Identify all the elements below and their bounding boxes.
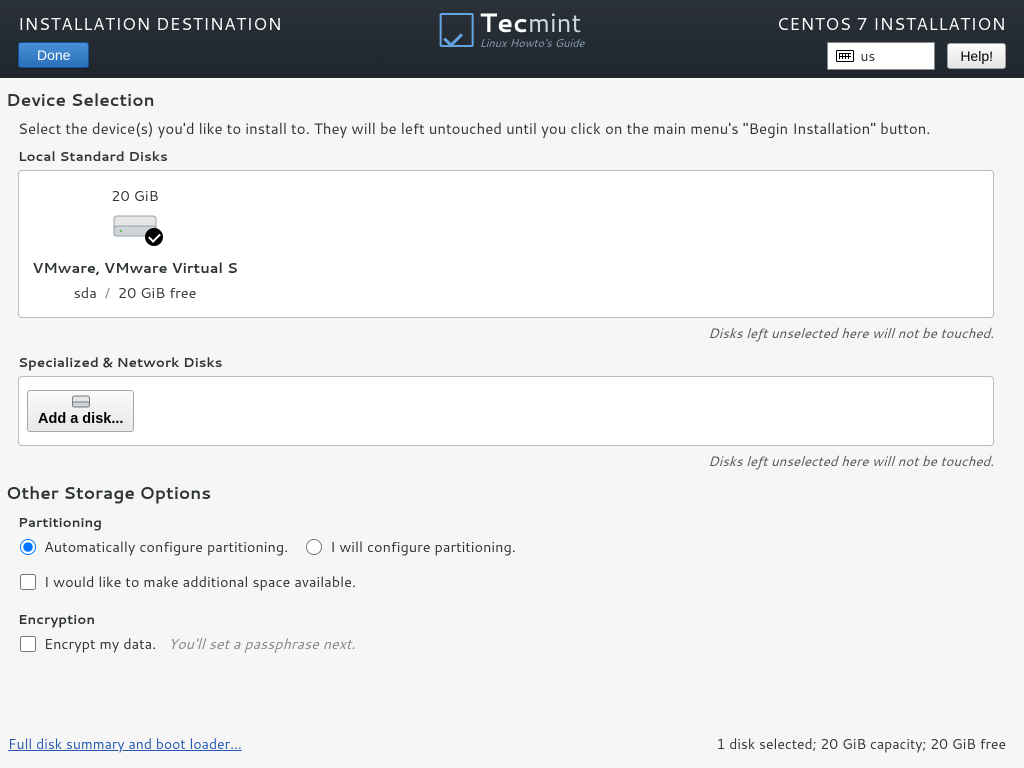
radio-manual-partition-label: I will configure partitioning. xyxy=(330,536,516,557)
local-disks-hint: Disks left unselected here will not be t… xyxy=(6,324,994,343)
keyboard-layout-text: us xyxy=(860,46,875,66)
network-disks-panel: Add a disk... xyxy=(18,376,994,446)
add-disk-label: Add a disk... xyxy=(38,411,123,427)
footer-bar: Full disk summary and boot loader... 1 d… xyxy=(8,734,1006,754)
brand-name: Tecmint xyxy=(480,10,585,36)
disk-summary-link[interactable]: Full disk summary and boot loader... xyxy=(8,734,242,754)
brand-mark-icon xyxy=(440,13,474,47)
radio-manual-partition[interactable]: I will configure partitioning. xyxy=(306,536,516,557)
brand-tagline: Linux Howto's Guide xyxy=(480,38,585,49)
keyboard-icon xyxy=(836,50,854,62)
partitioning-label: Partitioning xyxy=(18,513,1006,532)
disk-meta: sda/20 GiB free xyxy=(27,282,243,303)
network-disks-label: Specialized & Network Disks xyxy=(18,353,1006,372)
help-button[interactable]: Help! xyxy=(947,43,1006,69)
checkbox-encrypt-input[interactable] xyxy=(20,636,36,652)
add-disk-button[interactable]: Add a disk... xyxy=(27,390,134,432)
selected-check-icon xyxy=(145,228,163,246)
checkbox-additional-space-label: I would like to make additional space av… xyxy=(44,571,356,592)
radio-auto-partition[interactable]: Automatically configure partitioning. xyxy=(20,536,288,557)
other-storage-title: Other Storage Options xyxy=(6,481,1006,505)
radio-auto-partition-label: Automatically configure partitioning. xyxy=(44,536,288,557)
checkbox-encrypt[interactable]: Encrypt my data. You'll set a passphrase… xyxy=(20,633,1006,654)
main-content: Device Selection Select the device(s) yo… xyxy=(0,78,1024,654)
device-selection-instruction: Select the device(s) you'd like to insta… xyxy=(18,118,1006,139)
checkbox-additional-space[interactable]: I would like to make additional space av… xyxy=(20,571,1006,592)
local-disks-label: Local Standard Disks xyxy=(18,147,1006,166)
keyboard-layout-indicator[interactable]: us xyxy=(827,42,935,70)
disk-size: 20 GiB xyxy=(27,185,243,206)
radio-manual-partition-input[interactable] xyxy=(306,539,322,555)
done-button[interactable]: Done xyxy=(18,42,89,68)
header-left: INSTALLATION DESTINATION Done xyxy=(18,12,282,68)
header-bar: INSTALLATION DESTINATION Done Tecmint Li… xyxy=(0,0,1024,78)
local-disks-panel: 20 GiB VMware, VMware Virtual S sda/20 G… xyxy=(18,170,994,318)
encrypt-hint: You'll set a passphrase next. xyxy=(168,633,355,654)
radio-auto-partition-input[interactable] xyxy=(20,539,36,555)
selection-summary: 1 disk selected; 20 GiB capacity; 20 GiB… xyxy=(716,734,1006,754)
brand-logo: Tecmint Linux Howto's Guide xyxy=(440,10,585,49)
checkbox-additional-space-input[interactable] xyxy=(20,574,36,590)
page-title: INSTALLATION DESTINATION xyxy=(18,12,282,36)
hard-disk-icon xyxy=(113,212,157,240)
device-selection-title: Device Selection xyxy=(6,88,1006,112)
disk-name: VMware, VMware Virtual S xyxy=(27,257,243,278)
hard-disk-small-icon xyxy=(72,395,90,409)
network-disks-hint: Disks left unselected here will not be t… xyxy=(6,452,994,471)
install-title: CENTOS 7 INSTALLATION xyxy=(777,12,1006,36)
checkbox-encrypt-label: Encrypt my data. xyxy=(44,633,156,654)
disk-tile-sda[interactable]: 20 GiB VMware, VMware Virtual S sda/20 G… xyxy=(27,185,243,303)
encryption-label: Encryption xyxy=(18,610,1006,629)
header-right: CENTOS 7 INSTALLATION us Help! xyxy=(777,12,1006,70)
